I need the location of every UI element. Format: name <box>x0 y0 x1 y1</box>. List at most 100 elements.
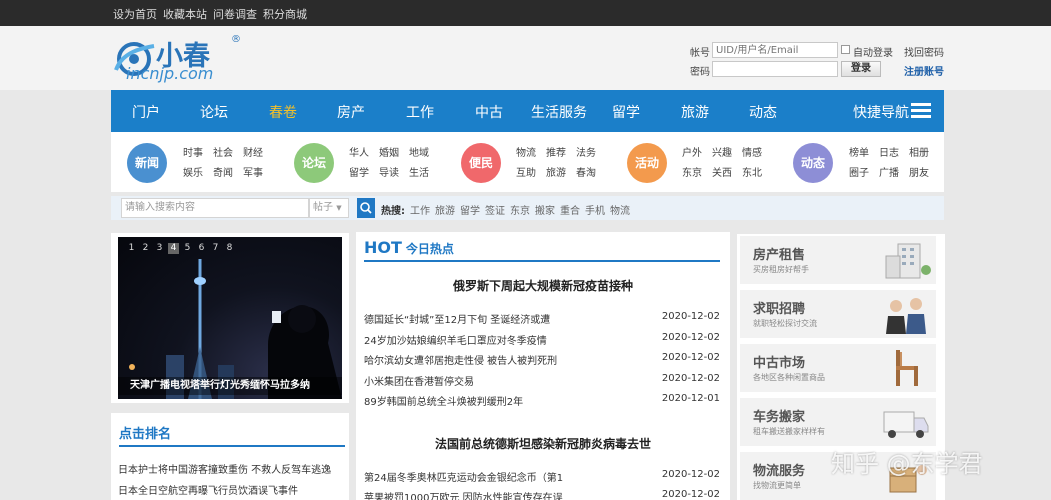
search-button[interactable] <box>357 198 375 218</box>
slider-page[interactable]: 2 <box>140 243 151 254</box>
slider-page-active[interactable]: 4 <box>168 243 179 254</box>
category-link[interactable]: 相册 <box>909 144 929 159</box>
category-link[interactable]: 互助 <box>516 164 536 179</box>
category-link[interactable]: 兴趣 <box>712 144 732 159</box>
category-link[interactable]: 地域 <box>409 144 429 159</box>
nav-quick[interactable]: 快捷导航 <box>853 102 909 122</box>
password-input[interactable] <box>712 61 838 77</box>
hot-search-item[interactable]: 工作 <box>410 202 430 217</box>
search-type-select[interactable]: 帖子 ▼ <box>309 198 349 218</box>
category-link[interactable]: 日志 <box>879 144 899 159</box>
hot-search-item[interactable]: 手机 <box>585 202 605 217</box>
category-link[interactable]: 娱乐 <box>183 164 203 179</box>
nav-forum[interactable]: 论坛 <box>200 102 228 122</box>
category-link[interactable]: 户外 <box>682 144 702 159</box>
category-circle[interactable]: 活动 <box>627 143 667 183</box>
register-link[interactable]: 注册账号 <box>904 63 944 78</box>
category-link[interactable]: 榜单 <box>849 144 869 159</box>
category-link[interactable]: 法务 <box>576 144 596 159</box>
news-date: 2020-12-02 <box>661 352 720 363</box>
hot-subtitle: 今日热点 <box>405 242 454 256</box>
slider-page[interactable]: 5 <box>182 243 193 254</box>
headline[interactable]: 俄罗斯下周起大规模新冠疫苗接种 <box>356 277 730 294</box>
nav-chunjuan[interactable]: 春卷 <box>269 102 297 122</box>
service-subtitle: 就职轻松探讨交流 <box>753 319 817 328</box>
category-link[interactable]: 东京 <box>682 164 702 179</box>
bookmark-link[interactable]: 收藏本站 <box>163 6 207 22</box>
category-link[interactable]: 时事 <box>183 144 203 159</box>
category-link[interactable]: 军事 <box>243 164 263 179</box>
slider-page[interactable]: 8 <box>224 243 235 254</box>
nav-activity[interactable]: 动态 <box>749 102 777 122</box>
nav-travel[interactable]: 旅游 <box>681 102 709 122</box>
category-link[interactable]: 导读 <box>379 164 399 179</box>
news-title: 德国延长“封城”至12月下旬 圣诞经济或遭 <box>364 315 551 326</box>
service-card-realestate[interactable]: 房产租售 买房租房好帮手 <box>740 236 936 284</box>
account-input[interactable] <box>712 42 838 58</box>
news-title: 苹果被罚1000万欧元 因防水性能宣传存在误 <box>364 493 563 500</box>
nav-portal[interactable]: 门户 <box>132 102 160 122</box>
category-link[interactable]: 推荐 <box>546 144 566 159</box>
slider-page[interactable]: 3 <box>154 243 165 254</box>
login-button[interactable]: 登录 <box>841 61 881 77</box>
hot-search-item[interactable]: 旅游 <box>435 202 455 217</box>
nav-jobs[interactable]: 工作 <box>406 102 434 122</box>
people-icon <box>886 298 926 334</box>
set-homepage-link[interactable]: 设为首页 <box>113 6 157 22</box>
hot-search-item[interactable]: 签证 <box>485 202 505 217</box>
category-link[interactable]: 朋友 <box>909 164 929 179</box>
main-nav: 门户 论坛 春卷 房产 工作 中古 生活服务 留学 旅游 动态 快捷导航 <box>111 90 944 132</box>
nav-realestate[interactable]: 房产 <box>337 102 365 122</box>
ranking-item[interactable]: 日本护士将中国游客撞致重伤 不救人反驾车逃逸 <box>118 461 331 476</box>
category-circle[interactable]: 动态 <box>793 143 833 183</box>
slider-page[interactable]: 7 <box>210 243 221 254</box>
category-link[interactable]: 婚姻 <box>379 144 399 159</box>
category-link[interactable]: 春淘 <box>576 164 596 179</box>
chevron-down-icon: ▼ <box>336 204 342 212</box>
ranking-divider <box>119 445 345 447</box>
password-label: 密码 <box>690 67 710 78</box>
service-card-moving[interactable]: 车务搬家 租车搬送搬家样样有 <box>740 398 936 446</box>
service-card-jobs[interactable]: 求职招聘 就职轻松探讨交流 <box>740 290 936 338</box>
hot-search-item[interactable]: 物流 <box>610 202 630 217</box>
category-link[interactable]: 生活 <box>409 164 429 179</box>
hot-search-item[interactable]: 东京 <box>510 202 530 217</box>
category-link[interactable]: 华人 <box>349 144 369 159</box>
ranking-item[interactable]: 日本全日空航空再曝飞行员饮酒误飞事件 <box>118 482 298 497</box>
nav-secondhand[interactable]: 中古 <box>475 102 503 122</box>
hot-search-item[interactable]: 搬家 <box>535 202 555 217</box>
slider-caption[interactable]: 天津广播电视塔举行灯光秀缅怀马拉多纳 <box>118 377 342 395</box>
category-circle[interactable]: 论坛 <box>294 143 334 183</box>
search-input[interactable]: 请输入搜索内容 <box>121 198 309 218</box>
slider-page[interactable]: 1 <box>126 243 137 254</box>
site-logo[interactable]: 小春 ® incnjp.com <box>112 34 244 84</box>
category-link[interactable]: 广播 <box>879 164 899 179</box>
category-link[interactable]: 物流 <box>516 144 536 159</box>
category-link[interactable]: 东北 <box>742 164 762 179</box>
survey-link[interactable]: 问卷调查 <box>213 6 257 22</box>
category-circle[interactable]: 新闻 <box>127 143 167 183</box>
category-link[interactable]: 圈子 <box>849 164 869 179</box>
slider-page[interactable]: 6 <box>196 243 207 254</box>
category-link[interactable]: 财经 <box>243 144 263 159</box>
find-password-link[interactable]: 找回密码 <box>904 44 944 59</box>
category-link[interactable]: 社会 <box>213 144 233 159</box>
menu-icon[interactable] <box>911 103 931 119</box>
category-link[interactable]: 旅游 <box>546 164 566 179</box>
points-mall-link[interactable]: 积分商城 <box>263 6 307 22</box>
service-card-secondhand[interactable]: 中古市场 各地区各种闲置商品 <box>740 344 936 392</box>
category-link[interactable]: 留学 <box>349 164 369 179</box>
news-date: 2020-12-02 <box>661 469 720 480</box>
category-link[interactable]: 关西 <box>712 164 732 179</box>
slider-photo[interactable]: 1 2 3 4 5 6 7 8 天津广播电视塔举行灯光秀缅怀马拉多纳 <box>118 237 342 399</box>
news-date: 2020-12-02 <box>661 489 720 500</box>
headline[interactable]: 法国前总统德斯坦感染新冠肺炎病毒去世 <box>356 435 730 452</box>
hot-search-item[interactable]: 留学 <box>460 202 480 217</box>
category-link[interactable]: 情感 <box>742 144 762 159</box>
hot-search-item[interactable]: 重合 <box>560 202 580 217</box>
nav-study-abroad[interactable]: 留学 <box>612 102 640 122</box>
category-circle[interactable]: 便民 <box>461 143 501 183</box>
auto-login-checkbox[interactable] <box>841 45 850 54</box>
nav-life-service[interactable]: 生活服务 <box>531 102 587 122</box>
category-link[interactable]: 奇闻 <box>213 164 233 179</box>
